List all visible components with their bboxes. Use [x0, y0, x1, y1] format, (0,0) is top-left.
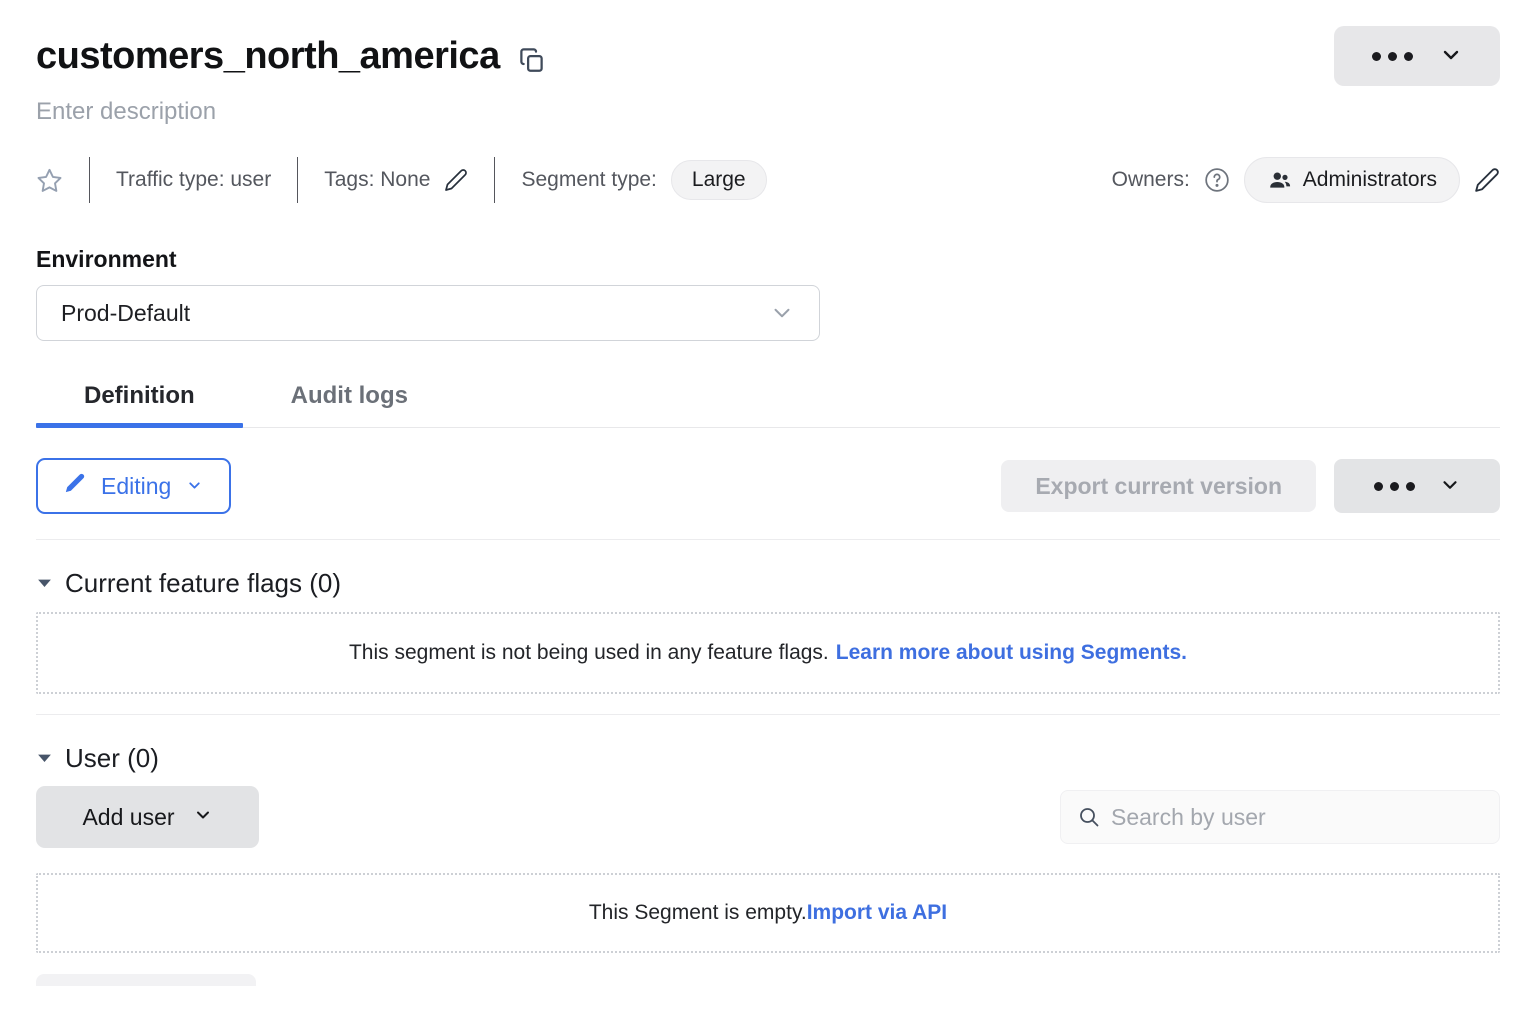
feature-flags-empty-text: This segment is not being used in any fe…: [349, 641, 829, 664]
caret-down-icon: [36, 750, 53, 767]
star-icon[interactable]: [36, 167, 63, 194]
user-section-header[interactable]: User (0): [36, 743, 1500, 774]
segment-detail-page: customers_north_america Enter descriptio…: [0, 26, 1536, 1028]
feature-flags-empty-state: This segment is not being used in any fe…: [36, 612, 1500, 694]
toolbar-more-button[interactable]: [1334, 459, 1500, 513]
tab-definition[interactable]: Definition: [36, 381, 243, 427]
user-actions-row: Add user: [36, 786, 1500, 848]
environment-select[interactable]: Prod-Default: [36, 285, 820, 341]
page-title: customers_north_america: [36, 26, 500, 86]
edit-tags-pencil-icon[interactable]: [444, 168, 468, 192]
divider: [36, 539, 1500, 540]
add-user-label: Add user: [82, 804, 174, 831]
definition-toolbar: Editing Export current version: [36, 458, 1500, 514]
chevron-down-icon: [186, 473, 203, 500]
header-more-button[interactable]: [1334, 26, 1500, 86]
editing-label: Editing: [101, 473, 171, 500]
chevron-down-icon: [193, 804, 213, 831]
segment-type-badge: Large: [671, 160, 767, 200]
meta-row: Traffic type: user Tags: None Segment ty…: [36, 156, 1500, 204]
import-via-api-link[interactable]: Import via API: [807, 901, 947, 924]
edit-owners-pencil-icon[interactable]: [1474, 167, 1500, 193]
export-current-version-button[interactable]: Export current version: [1001, 460, 1316, 512]
copy-icon[interactable]: [518, 46, 545, 73]
owners-label: Owners:: [1112, 168, 1190, 192]
learn-more-link[interactable]: Learn more about using Segments.: [836, 641, 1187, 664]
tab-audit-logs[interactable]: Audit logs: [243, 381, 456, 427]
search-icon: [1077, 805, 1101, 829]
divider: [494, 157, 495, 203]
divider: [36, 714, 1500, 715]
description-field[interactable]: Enter description: [36, 98, 1500, 126]
caret-down-icon: [36, 575, 53, 592]
search-by-user-field[interactable]: [1060, 790, 1500, 844]
add-user-button[interactable]: Add user: [36, 786, 259, 848]
help-circle-icon[interactable]: [1204, 167, 1230, 193]
chevron-down-icon: [769, 300, 795, 326]
pencil-filled-icon: [64, 472, 86, 500]
group-icon: [1267, 167, 1293, 193]
environment-label: Environment: [36, 246, 1500, 273]
chevron-down-icon: [1439, 474, 1461, 499]
editing-mode-button[interactable]: Editing: [36, 458, 231, 514]
search-input[interactable]: [1111, 804, 1483, 831]
partially-visible-element: [36, 974, 256, 986]
user-empty-state: This Segment is empty.Import via API: [36, 873, 1500, 953]
segment-type-label: Segment type:: [521, 168, 656, 192]
feature-flags-section-header[interactable]: Current feature flags (0): [36, 568, 1500, 599]
user-heading: User (0): [65, 743, 159, 774]
ellipsis-icon: [1374, 482, 1415, 491]
ellipsis-icon: [1372, 52, 1413, 61]
tab-bar: Definition Audit logs: [36, 381, 1500, 428]
tags-label: Tags: None: [324, 168, 430, 192]
user-empty-text: This Segment is empty.: [589, 901, 807, 924]
feature-flags-heading: Current feature flags (0): [65, 568, 341, 599]
owners-value: Administrators: [1303, 168, 1437, 192]
owners-badge[interactable]: Administrators: [1244, 157, 1460, 203]
divider: [89, 157, 90, 203]
environment-selected-value: Prod-Default: [61, 300, 190, 327]
traffic-type-label: Traffic type: user: [116, 168, 271, 192]
header: customers_north_america: [36, 26, 1500, 86]
chevron-down-icon: [1439, 43, 1463, 70]
divider: [297, 157, 298, 203]
